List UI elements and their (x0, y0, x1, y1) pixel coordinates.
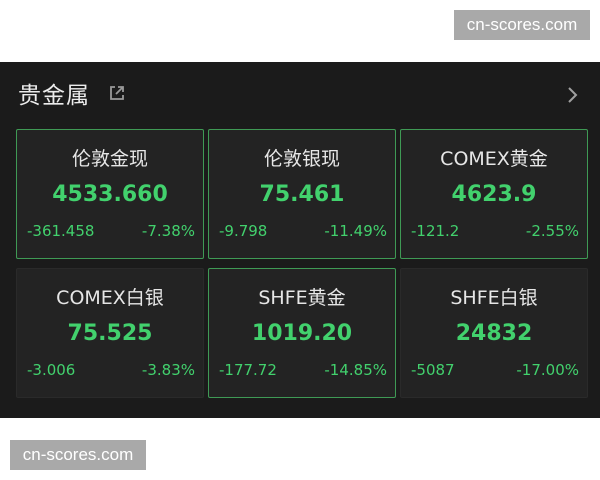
quote-price: 24832 (455, 321, 533, 346)
watermark-top: cn-scores.com (454, 10, 590, 40)
quote-percent: -17.00% (516, 361, 579, 379)
quote-name: COMEX白银 (56, 287, 164, 309)
precious-metals-panel: 贵金属 伦敦金现 4533.660 -361.458 -7.38% 伦敦银现 7… (0, 62, 600, 418)
quote-price: 75.461 (259, 182, 345, 207)
quote-card-shfe-gold[interactable]: SHFE黄金 1019.20 -177.72 -14.85% (208, 268, 396, 398)
quote-card-comex-silver[interactable]: COMEX白银 75.525 -3.006 -3.83% (16, 268, 204, 398)
quote-name: 伦敦银现 (263, 148, 340, 170)
quote-price: 4533.660 (52, 182, 168, 207)
quote-percent: -7.38% (141, 222, 195, 240)
quote-change: -177.72 (219, 361, 277, 379)
quote-change: -361.458 (27, 222, 95, 240)
quote-name: SHFE白银 (450, 287, 538, 309)
quote-percent: -2.55% (525, 222, 579, 240)
quote-card-london-silver[interactable]: 伦敦银现 75.461 -9.798 -11.49% (208, 129, 396, 259)
quote-change: -9.798 (219, 222, 268, 240)
quote-percent: -11.49% (324, 222, 387, 240)
watermark-bottom: cn-scores.com (10, 440, 146, 470)
quote-name: SHFE黄金 (258, 287, 346, 309)
quote-card-shfe-silver[interactable]: SHFE白银 24832 -5087 -17.00% (400, 268, 588, 398)
quote-change: -3.006 (27, 361, 76, 379)
quote-name: COMEX黄金 (440, 148, 548, 170)
quote-name: 伦敦金现 (71, 148, 148, 170)
chevron-right-icon[interactable] (565, 86, 579, 104)
quote-card-london-gold[interactable]: 伦敦金现 4533.660 -361.458 -7.38% (16, 129, 204, 259)
quote-change: -121.2 (411, 222, 460, 240)
quote-price: 75.525 (67, 321, 153, 346)
quote-price: 4623.9 (451, 182, 537, 207)
panel-title: 贵金属 (18, 83, 90, 109)
quote-price: 1019.20 (251, 321, 353, 346)
quote-percent: -14.85% (324, 361, 387, 379)
quote-card-comex-gold[interactable]: COMEX黄金 4623.9 -121.2 -2.55% (400, 129, 588, 259)
quote-percent: -3.83% (141, 361, 195, 379)
quote-change: -5087 (411, 361, 455, 379)
share-external-icon[interactable] (108, 84, 126, 102)
